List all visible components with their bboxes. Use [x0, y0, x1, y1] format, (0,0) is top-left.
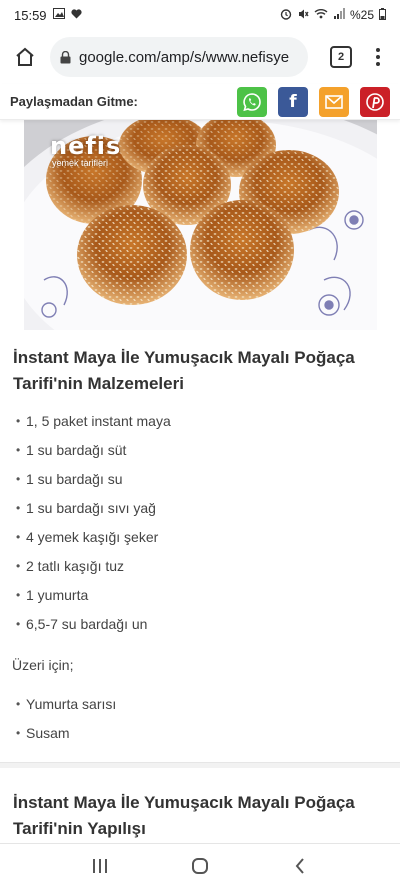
list-item: • 1, 5 paket instant maya	[16, 412, 171, 429]
mute-icon	[297, 8, 309, 23]
bullet-icon: •	[16, 587, 21, 602]
alarm-icon	[280, 8, 292, 23]
watermark-logo: nefis yemek tarifleri	[50, 132, 122, 168]
dot-icon	[376, 48, 380, 52]
wifi-icon	[314, 8, 328, 22]
back-chevron-icon	[295, 858, 304, 874]
envelope-icon	[325, 94, 343, 109]
bullet-icon: •	[16, 442, 21, 457]
recent-apps-icon	[93, 859, 107, 873]
list-item: • 1 su bardağı sıvı yağ	[16, 499, 156, 516]
list-item: • Yumurta sarısı	[16, 695, 117, 712]
home-nav-button[interactable]	[180, 851, 220, 881]
section-divider	[0, 762, 400, 768]
bullet-icon: •	[16, 616, 21, 631]
facebook-icon: f	[289, 91, 297, 112]
bullet-icon: •	[16, 500, 21, 515]
share-bar: Paylaşmadan Gitme: f	[0, 84, 400, 120]
topping-list: • Yumurta sarısı • Susam	[16, 689, 116, 747]
whatsapp-share-button[interactable]	[237, 86, 267, 117]
recipe-photo: nefis yemek tarifleri	[24, 120, 377, 330]
bullet-icon: •	[16, 471, 21, 486]
home-circle-icon	[192, 858, 208, 874]
bullet-icon: •	[16, 696, 21, 711]
topping-label: Üzeri için;	[12, 657, 74, 673]
url-text: google.com/amp/s/www.nefisye	[79, 48, 290, 66]
more-menu-button[interactable]	[368, 42, 388, 72]
list-item: • 1 su bardağı süt	[16, 441, 127, 458]
list-item: • Susam	[16, 724, 70, 741]
list-item: • 2 tatlı kaşığı tuz	[16, 557, 125, 574]
url-bar[interactable]: google.com/amp/s/www.nefisye	[50, 37, 308, 77]
method-title: İnstant Maya İle Yumuşacık Mayalı Poğaça…	[13, 793, 355, 838]
home-icon	[16, 47, 34, 66]
bullet-icon: •	[16, 413, 21, 428]
page-content: nefis yemek tarifleri İnstant Maya İle Y…	[0, 120, 400, 843]
list-item: • 1 su bardağı su	[16, 470, 123, 487]
ingredients-list: • 1, 5 paket instant maya • 1 su bardağı s…	[16, 406, 171, 638]
pinterest-icon	[366, 92, 384, 111]
share-label: Paylaşmadan Gitme:	[10, 94, 138, 109]
browser-toolbar: google.com/amp/s/www.nefisye 2	[0, 30, 400, 84]
home-button[interactable]	[8, 40, 42, 74]
email-share-button[interactable]	[319, 86, 349, 117]
bullet-icon: •	[16, 558, 21, 573]
list-item: • 1 yumurta	[16, 586, 89, 603]
bullet-icon: •	[16, 725, 21, 740]
pinterest-share-button[interactable]	[360, 86, 390, 117]
ingredients-title: İnstant Maya İle Yumuşacık Mayalı Poğaça…	[13, 348, 355, 393]
system-nav-bar	[0, 843, 400, 888]
status-time: 15:59	[14, 7, 47, 23]
battery-icon	[379, 7, 386, 23]
battery-percent: %25	[349, 8, 374, 22]
whatsapp-icon	[243, 92, 261, 111]
heart-notification-icon	[70, 8, 82, 22]
list-item: • 4 yemek kaşığı şeker	[16, 528, 159, 545]
dot-icon	[376, 62, 380, 66]
list-item: • 6,5-7 su bardağı un	[16, 615, 148, 632]
gallery-notification-icon	[52, 8, 65, 22]
facebook-share-button[interactable]: f	[278, 86, 308, 117]
bullet-icon: •	[16, 529, 21, 544]
lock-icon	[60, 50, 71, 64]
recent-apps-button[interactable]	[80, 851, 120, 881]
dot-icon	[376, 55, 380, 59]
back-button[interactable]	[280, 851, 320, 881]
tab-switcher-button[interactable]: 2	[330, 46, 352, 68]
status-bar: 15:59 %25	[0, 0, 400, 30]
signal-icon	[333, 8, 345, 22]
